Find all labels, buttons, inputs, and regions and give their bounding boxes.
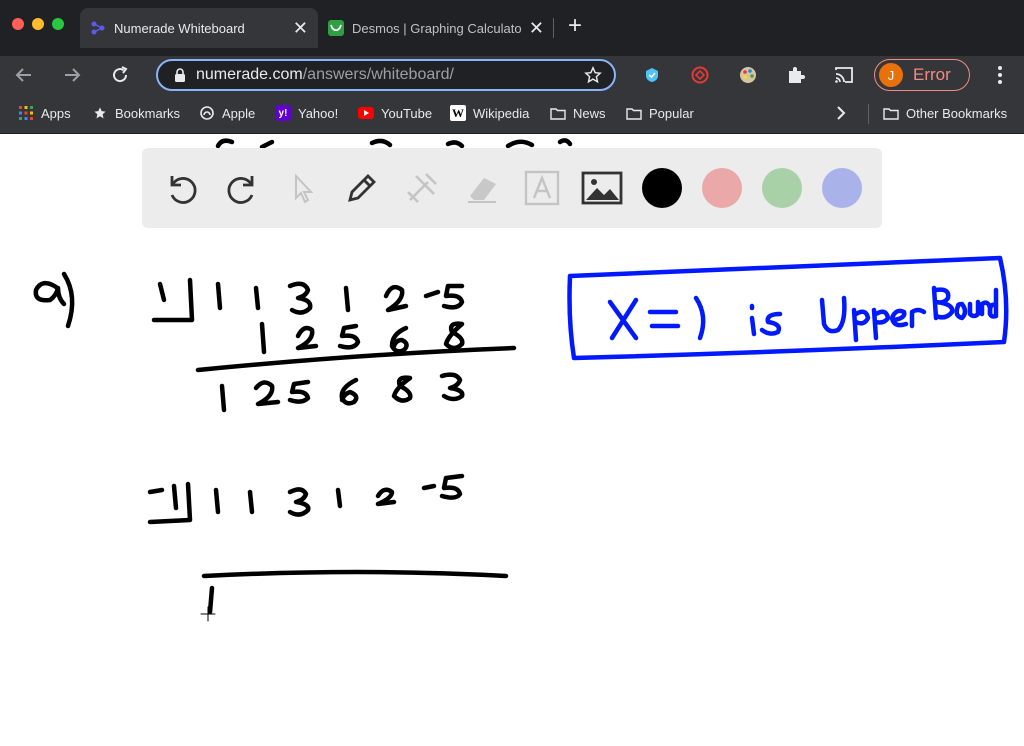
bookmark-apps[interactable]: Apps	[18, 105, 71, 121]
bookmark-label: Wikipedia	[473, 105, 530, 121]
text-icon[interactable]	[520, 166, 564, 210]
yahoo-icon: y!	[275, 105, 291, 121]
avatar: J	[879, 63, 903, 87]
bookmarks-divider	[868, 104, 869, 124]
kebab-menu-icon[interactable]	[990, 65, 1010, 85]
bookmark-wikipedia[interactable]: W Wikipedia	[450, 105, 529, 121]
tab-title: Desmos | Graphing Calculato	[352, 20, 522, 36]
whiteboard-toolbar	[142, 148, 882, 228]
arrow-right-icon	[65, 68, 81, 82]
bookmark-apple[interactable]: Apple	[199, 105, 255, 121]
numerade-icon	[91, 21, 105, 35]
other-bookmarks-label: Other Bookmarks	[906, 105, 1008, 121]
puzzle-extensions-icon[interactable]	[786, 65, 806, 85]
reload-button[interactable]	[108, 63, 132, 87]
undo-icon[interactable]	[160, 166, 204, 210]
part-label-a	[33, 271, 75, 329]
url-domain: numerade.com	[196, 66, 303, 83]
pen-icon[interactable]	[340, 166, 384, 210]
browser-toolbar: numerade.com/answers/whiteboard/ J Error	[0, 56, 1024, 94]
url-text: numerade.com/answers/whiteboard/	[196, 66, 584, 84]
bookmark-label: YouTube	[381, 105, 433, 121]
back-button[interactable]	[12, 63, 36, 87]
arrow-left-icon	[15, 68, 31, 82]
bookmark-label: News	[573, 105, 606, 121]
bookmark-youtube[interactable]: YouTube	[358, 105, 432, 121]
tab-title: Numerade Whiteboard	[114, 20, 245, 36]
bookmark-popular[interactable]: Popular	[626, 105, 694, 121]
apps-grid-icon	[18, 105, 34, 121]
plus-icon[interactable]: +	[568, 14, 582, 38]
bookmark-label: Yahoo!	[298, 105, 339, 121]
star-icon	[92, 105, 108, 121]
lock-icon	[175, 68, 185, 82]
bookmark-yahoo[interactable]: y! Yahoo!	[275, 105, 338, 121]
shield-extension-icon[interactable]	[642, 65, 662, 85]
bookmark-label: Apps	[41, 105, 71, 121]
tab-numerade-whiteboard[interactable]: Numerade Whiteboard ✕	[80, 8, 318, 48]
minimize-window-button[interactable]	[32, 18, 44, 30]
folder-icon	[550, 105, 566, 121]
whiteboard-canvas[interactable]	[0, 134, 1024, 746]
desmos-icon	[328, 20, 344, 36]
color-pink-swatch[interactable]	[702, 168, 742, 208]
bookmarks-bar: Apps Bookmarks Apple y! Yahoo! YouTube W…	[0, 94, 1024, 134]
wikipedia-icon: W	[450, 105, 466, 121]
tab-divider	[553, 18, 554, 38]
palette-extension-icon[interactable]	[738, 65, 758, 85]
bookmark-news[interactable]: News	[550, 105, 606, 121]
maximize-window-button[interactable]	[52, 18, 64, 30]
other-bookmarks[interactable]: Other Bookmarks	[883, 105, 1007, 121]
youtube-icon	[358, 105, 374, 121]
star-icon[interactable]	[584, 66, 602, 84]
folder-icon	[883, 105, 899, 121]
url-path: /answers/whiteboard/	[302, 66, 454, 83]
close-window-button[interactable]	[12, 18, 24, 30]
answer-box	[567, 255, 1009, 361]
synthetic-division-1	[151, 277, 517, 413]
synthetic-division-2	[147, 473, 509, 615]
redo-icon[interactable]	[220, 166, 264, 210]
apple-icon	[199, 105, 215, 121]
reload-icon	[113, 66, 128, 83]
profile-error-button[interactable]: J Error	[874, 59, 970, 91]
pointer-icon[interactable]	[280, 166, 324, 210]
bookmark-label: Popular	[649, 105, 694, 121]
crosshair-cursor-icon	[200, 606, 216, 622]
bookmark-bookmarks[interactable]: Bookmarks	[92, 105, 180, 121]
tab-bar: Numerade Whiteboard ✕ Desmos | Graphing …	[0, 0, 1024, 56]
bookmark-label: Apple	[222, 105, 256, 121]
red-extension-icon[interactable]	[690, 65, 710, 85]
close-tab-icon[interactable]: ✕	[293, 19, 308, 37]
color-blue-swatch[interactable]	[822, 168, 862, 208]
tab-desmos[interactable]: Desmos | Graphing Calculato ✕	[318, 8, 554, 48]
color-black-swatch[interactable]	[642, 168, 682, 208]
image-icon[interactable]	[580, 166, 624, 210]
color-green-swatch[interactable]	[762, 168, 802, 208]
folder-icon	[626, 105, 642, 121]
address-bar[interactable]: numerade.com/answers/whiteboard/	[156, 59, 616, 91]
cast-icon[interactable]	[834, 65, 854, 85]
close-tab-icon[interactable]: ✕	[529, 19, 544, 37]
tools-icon[interactable]	[400, 166, 444, 210]
forward-button[interactable]	[60, 63, 84, 87]
bookmark-label: Bookmarks	[115, 105, 181, 121]
chevron-right-icon[interactable]	[836, 106, 846, 120]
scrolled-off-handwriting	[215, 138, 573, 150]
profile-status-label: Error	[913, 65, 951, 84]
eraser-icon[interactable]	[460, 166, 504, 210]
